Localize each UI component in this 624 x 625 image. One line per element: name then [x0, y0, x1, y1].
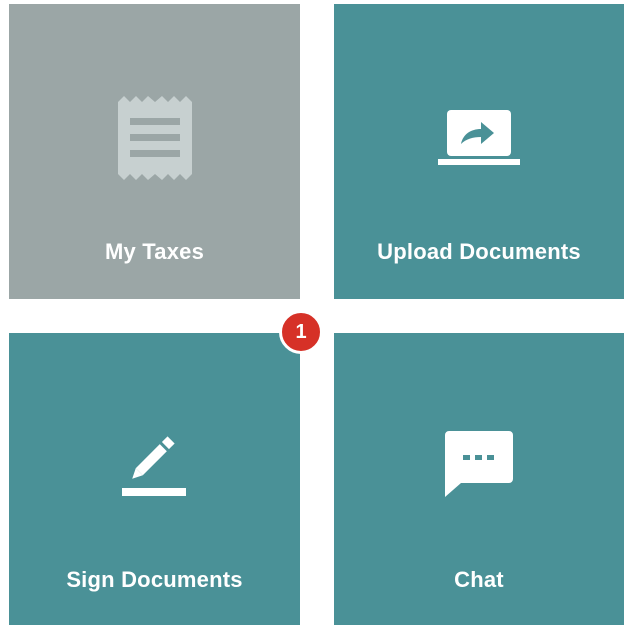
chat-bubble-icon — [334, 431, 624, 499]
pencil-sign-icon — [9, 433, 300, 497]
sign-documents-tile[interactable]: Sign Documents — [9, 333, 300, 625]
notification-badge: 1 — [279, 310, 323, 354]
laptop-share-icon — [334, 110, 624, 166]
chat-tile[interactable]: Chat — [334, 333, 624, 625]
dashboard-grid: My Taxes Upload Documents Sign Documents… — [0, 0, 624, 625]
receipt-icon — [9, 96, 300, 180]
upload-documents-label: Upload Documents — [377, 239, 581, 264]
sign-documents-label: Sign Documents — [66, 567, 243, 592]
my-taxes-tile[interactable]: My Taxes — [9, 4, 300, 299]
upload-documents-tile[interactable]: Upload Documents — [334, 4, 624, 299]
my-taxes-label: My Taxes — [104, 239, 205, 264]
chat-label: Chat — [454, 567, 504, 592]
